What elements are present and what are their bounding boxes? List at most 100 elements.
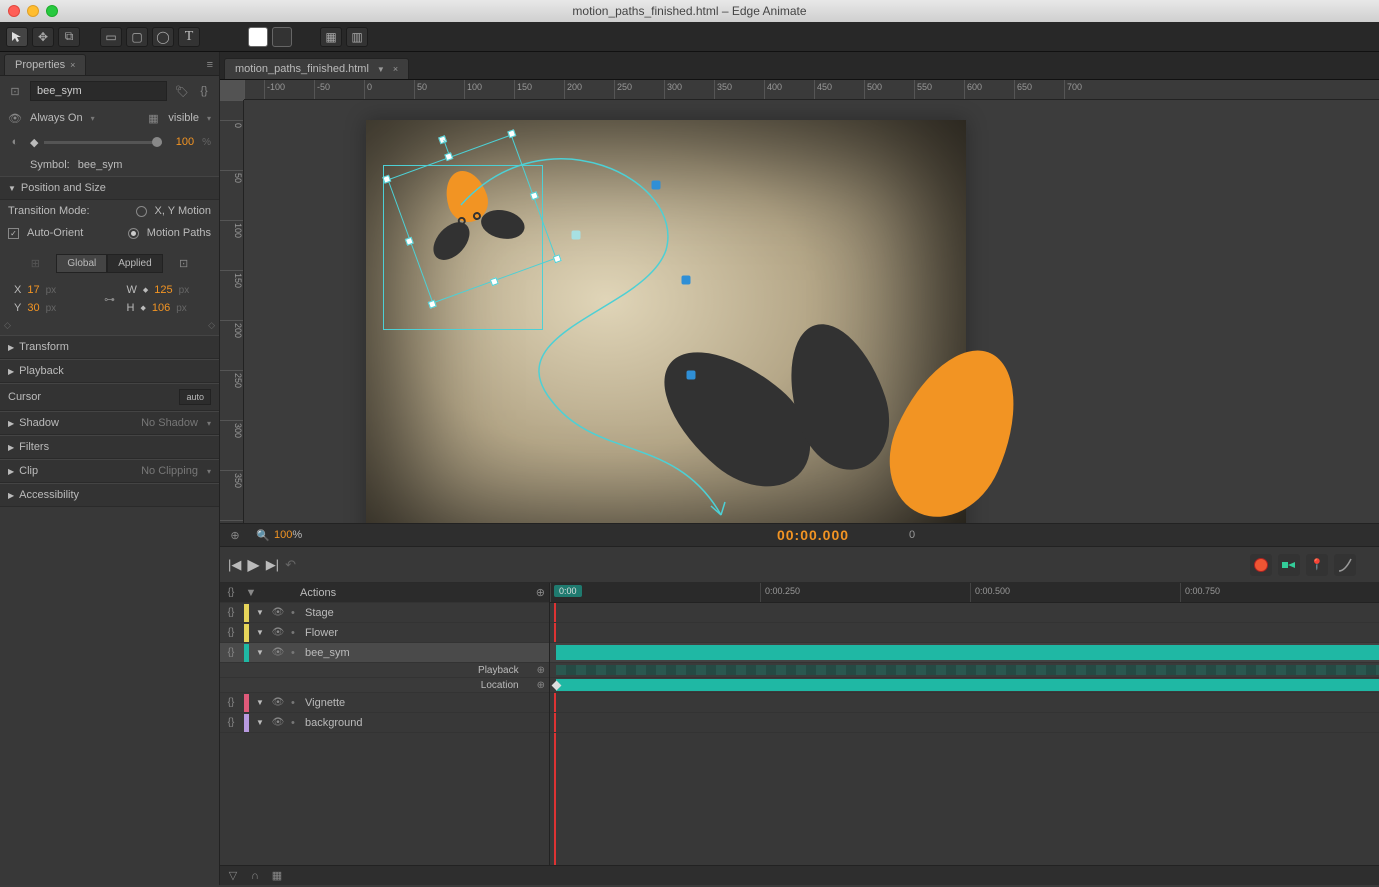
- timeline-sublayer[interactable]: Location⊕: [220, 678, 549, 693]
- transform-tool[interactable]: ✥: [32, 27, 54, 47]
- close-icon[interactable]: ×: [70, 60, 75, 70]
- layout-mode-1[interactable]: ▦: [320, 27, 342, 47]
- actions-icon[interactable]: {}: [224, 587, 238, 598]
- easing-button[interactable]: [1334, 554, 1356, 576]
- always-on-label[interactable]: Always On: [30, 112, 83, 124]
- zoom-icon[interactable]: 🔍: [256, 528, 270, 542]
- auto-keyframe-button[interactable]: [1250, 554, 1272, 576]
- auto-orient-checkbox[interactable]: ✓: [8, 228, 19, 239]
- actions-icon[interactable]: {}: [224, 717, 238, 728]
- go-start-button[interactable]: |◀: [228, 557, 241, 573]
- visibility-icon[interactable]: 👁: [271, 647, 285, 658]
- properties-tab[interactable]: Properties×: [4, 54, 86, 75]
- zoom-value[interactable]: 100: [274, 529, 292, 541]
- close-icon[interactable]: ×: [393, 64, 398, 74]
- x-value[interactable]: 17: [27, 284, 39, 296]
- playhead-label[interactable]: 0:00: [554, 585, 582, 597]
- rectangle-tool[interactable]: ▭: [100, 27, 122, 47]
- actions-icon[interactable]: {}: [224, 607, 238, 618]
- text-tool[interactable]: T: [178, 27, 200, 47]
- add-keyframe-icon[interactable]: ⊕: [537, 680, 545, 691]
- filter-icon[interactable]: ▽: [226, 869, 240, 883]
- timeline-tracks[interactable]: 0:00 0:00.250 0:00.500 0:00.750: [550, 583, 1379, 865]
- add-keyframe-icon[interactable]: ⊕: [537, 665, 545, 676]
- filters-section[interactable]: ▶Filters: [0, 435, 219, 459]
- rounded-rect-tool[interactable]: ▢: [126, 27, 148, 47]
- link-dimensions-icon[interactable]: ⊶: [103, 292, 117, 306]
- coord-mode-segment[interactable]: Global Applied: [56, 254, 162, 273]
- snap-icon[interactable]: ∩: [248, 869, 262, 883]
- h-value[interactable]: 106: [152, 302, 170, 314]
- ellipse-tool[interactable]: ◯: [152, 27, 174, 47]
- layout-mode-2[interactable]: ▥: [346, 27, 368, 47]
- auto-transition-button[interactable]: [1278, 554, 1300, 576]
- timeline-track-bee[interactable]: [550, 643, 1379, 663]
- stage-viewport[interactable]: [244, 100, 1379, 523]
- motion-anchor[interactable]: [687, 371, 696, 380]
- label-marker-icon[interactable]: ▼: [244, 587, 258, 599]
- timeline-layer-row[interactable]: {} ▼ 👁 • bee_sym: [220, 643, 549, 663]
- actions-icon[interactable]: {}: [224, 697, 238, 708]
- center-stage-icon[interactable]: ⊕: [228, 528, 242, 542]
- bg-color-swatch[interactable]: [248, 27, 268, 47]
- opacity-slider[interactable]: [44, 141, 162, 144]
- timeline-track-stage[interactable]: [550, 603, 1379, 623]
- panel-menu-icon[interactable]: ≡: [207, 59, 213, 75]
- actions-icon[interactable]: {}: [224, 647, 238, 658]
- timeline-layer-row[interactable]: {} ▼ 👁 • Flower: [220, 623, 549, 643]
- stroke-color-swatch[interactable]: [272, 27, 292, 47]
- timeline-layer-row[interactable]: {} ▼ 👁 • background: [220, 713, 549, 733]
- xy-motion-radio[interactable]: [136, 206, 147, 217]
- timeline-track-playback[interactable]: [550, 663, 1379, 678]
- expand-icon[interactable]: ▼: [255, 628, 265, 637]
- play-button[interactable]: ▶: [247, 555, 259, 575]
- clip-tool[interactable]: ⧉: [58, 27, 80, 47]
- document-tab[interactable]: motion_paths_finished.html ▼ ×: [224, 58, 409, 79]
- origin-icon[interactable]: ⊞: [28, 257, 42, 271]
- accessibility-section[interactable]: ▶Accessibility: [0, 483, 219, 507]
- motion-paths-radio[interactable]: [128, 228, 139, 239]
- cursor-auto-button[interactable]: auto: [179, 389, 211, 405]
- add-action-icon[interactable]: ⊕: [536, 586, 545, 599]
- playback-section[interactable]: ▶Playback: [0, 359, 219, 383]
- motion-anchor[interactable]: [682, 276, 691, 285]
- frame-number[interactable]: 0: [909, 529, 915, 541]
- visibility-icon[interactable]: 👁: [271, 607, 285, 618]
- opacity-value[interactable]: 100: [176, 136, 194, 148]
- timeline-track-location[interactable]: [550, 678, 1379, 693]
- visible-label[interactable]: visible: [168, 112, 199, 124]
- go-end-button[interactable]: ▶|: [266, 557, 279, 573]
- coord-options-icon[interactable]: ⊡: [177, 257, 191, 271]
- selection-tool[interactable]: [6, 27, 28, 47]
- expand-icon[interactable]: ▼: [255, 718, 265, 727]
- pin-button[interactable]: 📍: [1306, 554, 1328, 576]
- element-name-input[interactable]: [30, 81, 167, 101]
- timeline-sublayer[interactable]: Playback⊕: [220, 663, 549, 678]
- return-button[interactable]: ↶: [285, 557, 296, 573]
- stage-canvas[interactable]: [366, 120, 966, 523]
- expand-icon[interactable]: ▼: [255, 648, 265, 657]
- w-value[interactable]: 125: [154, 284, 172, 296]
- timecode[interactable]: 00:00.000: [777, 527, 849, 543]
- expand-icon[interactable]: ▼: [255, 698, 265, 707]
- global-button[interactable]: Global: [56, 254, 107, 273]
- clip-section[interactable]: ▶ClipNo Clipping▾: [0, 459, 219, 483]
- shadow-section[interactable]: ▶ShadowNo Shadow▾: [0, 411, 219, 435]
- timeline-track-background[interactable]: [550, 713, 1379, 733]
- title-icon[interactable]: 🏷: [175, 84, 189, 98]
- y-value[interactable]: 30: [27, 302, 39, 314]
- actions-icon[interactable]: {}: [197, 84, 211, 98]
- transform-section[interactable]: ▶Transform: [0, 335, 219, 359]
- applied-button[interactable]: Applied: [107, 254, 162, 273]
- timeline-track-flower[interactable]: [550, 623, 1379, 643]
- visibility-icon[interactable]: 👁: [271, 717, 285, 728]
- timeline-ruler[interactable]: 0:00 0:00.250 0:00.500 0:00.750: [550, 583, 1379, 603]
- motion-anchor[interactable]: [652, 181, 661, 190]
- grid-icon[interactable]: ▦: [270, 869, 284, 883]
- visibility-icon[interactable]: 👁: [271, 627, 285, 638]
- timeline-layer-row[interactable]: {} ▼ 👁 • Vignette: [220, 693, 549, 713]
- actions-icon[interactable]: {}: [224, 627, 238, 638]
- visibility-icon[interactable]: 👁: [271, 697, 285, 708]
- cursor-section[interactable]: Cursorauto: [0, 383, 219, 411]
- motion-anchor[interactable]: [572, 231, 581, 240]
